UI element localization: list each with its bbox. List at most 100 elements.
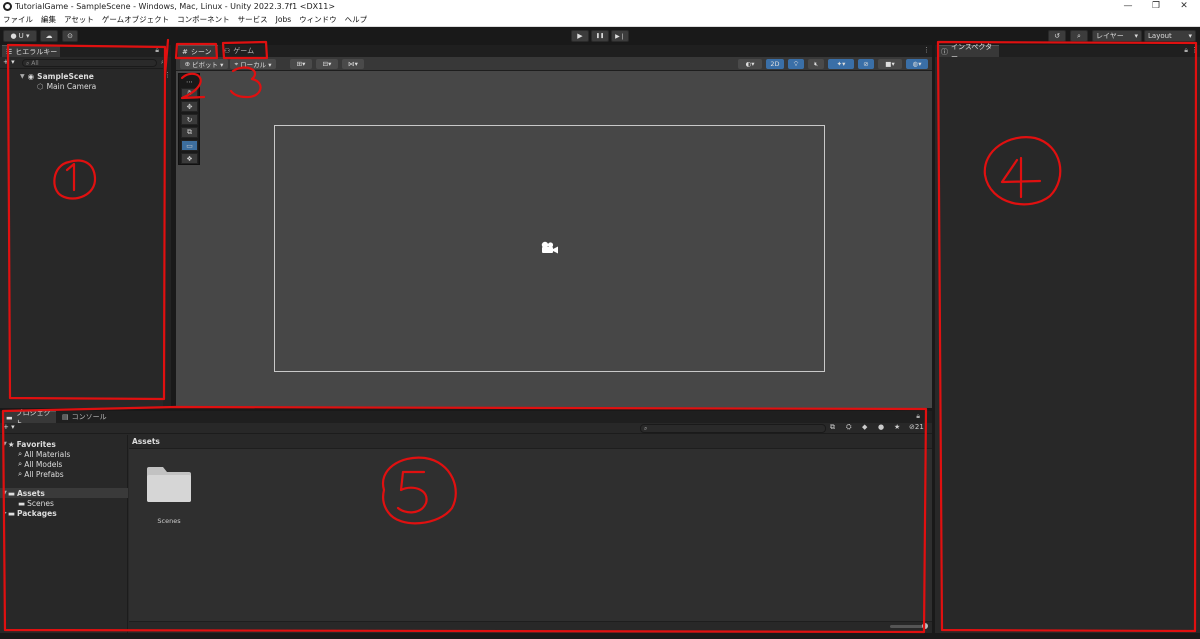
create-asset-button[interactable]: + ▾: [3, 423, 15, 431]
kebab-menu-icon[interactable]: ⋮: [164, 71, 171, 79]
toggle-2d-button[interactable]: 2D: [766, 59, 784, 69]
cloud-button[interactable]: ☁: [40, 30, 58, 42]
transform-tool-button[interactable]: ❖: [181, 153, 198, 164]
hidden-objects-toggle[interactable]: ⊘: [858, 59, 874, 69]
tab-console[interactable]: ▤ コンソール: [58, 411, 108, 423]
move-tool-button[interactable]: ✥: [181, 101, 198, 112]
effects-dropdown[interactable]: ✦▾: [828, 59, 854, 69]
scene-toolbar: ⊕ ピボット ▾ ⌖ ローカル ▾ ⊞▾ ⊟▾ ⋈▾ ◐▾ 2D 💡︎ 🔇︎ ✦…: [176, 57, 932, 71]
expand-arrow-icon[interactable]: ▼: [3, 441, 7, 447]
tab-game[interactable]: ⚇ ゲーム: [220, 45, 264, 57]
menu-window[interactable]: ウィンドウ: [299, 14, 337, 25]
layers-dropdown[interactable]: レイヤー ▾: [1092, 30, 1142, 42]
scale-tool-button[interactable]: ⧉: [181, 127, 198, 138]
tree-row-favorites[interactable]: ▼ ★ Favorites: [3, 439, 56, 449]
search-by-type-icon[interactable]: ⧉: [830, 423, 835, 432]
menu-gameobject[interactable]: ゲームオブジェクト: [102, 14, 169, 25]
lock-icon[interactable]: 🔒︎: [155, 46, 159, 55]
tree-row-packages[interactable]: ▶ ▬ Packages: [3, 508, 57, 518]
filter-icon[interactable]: ⛭: [846, 423, 852, 432]
local-dropdown[interactable]: ⌖ ローカル ▾: [230, 59, 276, 69]
history-button[interactable]: ↺: [1048, 30, 1066, 42]
draw-mode-dropdown[interactable]: ◐▾: [738, 59, 762, 69]
close-button[interactable]: ✕: [1170, 0, 1198, 13]
menu-services[interactable]: サービス: [238, 14, 268, 25]
rotate-tool-button[interactable]: ↻: [181, 114, 198, 125]
tab-hierarchy[interactable]: ☰ ヒエラルキー: [2, 45, 60, 57]
project-status-bar: [129, 621, 932, 633]
tree-row-scenes[interactable]: ▬ Scenes: [18, 498, 54, 508]
grid-snap-button[interactable]: ⊞▾: [290, 59, 312, 69]
tree-row-main-camera[interactable]: ⬡ Main Camera: [37, 81, 96, 91]
menu-help[interactable]: ヘルプ: [345, 14, 368, 25]
tree-row-assets[interactable]: ▼ ▬ Assets: [0, 488, 128, 498]
account-icon: ●: [10, 32, 17, 40]
search-button[interactable]: ⌕: [1070, 30, 1088, 42]
expand-arrow-icon[interactable]: ▶: [3, 510, 7, 516]
lock-icon[interactable]: 🔒︎: [1184, 46, 1188, 55]
hierarchy-search-input[interactable]: ⌕ All: [22, 59, 157, 67]
toolbar-grip[interactable]: ⋯: [181, 76, 198, 87]
project-search-input[interactable]: ⌕: [640, 424, 826, 433]
pivot-dropdown[interactable]: ⊕ ピボット ▾: [180, 59, 228, 69]
rect-tool-button[interactable]: ▭: [181, 140, 198, 151]
lock-icon[interactable]: 🔒︎: [916, 412, 920, 421]
menu-component[interactable]: コンポーネント: [177, 14, 230, 25]
audio-toggle-button[interactable]: 🔇︎: [808, 59, 824, 69]
tree-row-all-prefabs[interactable]: ⌕ All Prefabs: [18, 469, 64, 479]
camera-gizmo-icon[interactable]: [539, 241, 559, 255]
kebab-menu-icon[interactable]: ⋮: [923, 412, 930, 420]
folder-icon[interactable]: [146, 465, 192, 503]
expand-arrow-icon[interactable]: ▼: [20, 73, 25, 80]
label-icon[interactable]: ◆: [862, 423, 867, 431]
status-bar: [0, 633, 1200, 639]
scale-icon: ⧉: [187, 128, 192, 136]
pause-button[interactable]: ❚❚: [591, 30, 609, 42]
tree-row-all-materials[interactable]: ⌕ All Materials: [18, 449, 70, 459]
tab-scene-label: シーン: [190, 47, 212, 56]
account-label: U ▾: [18, 32, 30, 40]
menu-assets[interactable]: アセット: [64, 14, 94, 25]
asset-label[interactable]: Scenes: [146, 517, 192, 525]
eye-slash-icon: ⊘: [863, 60, 869, 68]
rotate-icon: ↻: [186, 115, 193, 124]
camera-settings-dropdown[interactable]: ■▾: [878, 59, 902, 69]
increment-snap-button[interactable]: ⋈▾: [342, 59, 364, 69]
lighting-toggle-button[interactable]: 💡︎: [788, 59, 804, 69]
hand-tool-button[interactable]: ✋︎: [181, 88, 198, 99]
hidden-packages-toggle[interactable]: ⊘21: [909, 423, 924, 431]
kebab-menu-icon[interactable]: ⋮: [162, 46, 169, 54]
menu-jobs[interactable]: Jobs: [276, 15, 291, 24]
camera-icon: ■▾: [885, 60, 895, 68]
project-tabstrip: ▬ プロジェクト ▤ コンソール 🔒︎ ⋮: [0, 409, 932, 427]
folder-icon: ▬: [18, 498, 26, 508]
gizmos-dropdown[interactable]: ◍▾: [906, 59, 928, 69]
tab-inspector[interactable]: ⓘ インスペクター: [937, 43, 999, 61]
collab-button[interactable]: ⊙: [62, 30, 78, 42]
maximize-button[interactable]: ❐: [1142, 0, 1170, 13]
menu-file[interactable]: ファイル: [3, 14, 33, 25]
kebab-menu-icon[interactable]: ⋮: [1191, 46, 1198, 54]
kebab-menu-icon[interactable]: ⋮: [923, 46, 930, 54]
tree-row-scene[interactable]: ▼ ◉ SampleScene: [20, 71, 94, 81]
zoom-slider-handle[interactable]: [922, 623, 928, 629]
warning-icon[interactable]: ●: [878, 423, 884, 431]
menu-edit[interactable]: 編集: [41, 14, 56, 25]
account-button[interactable]: ● U ▾: [3, 30, 37, 42]
tree-row-all-models[interactable]: ⌕ All Models: [18, 459, 62, 469]
expand-arrow-icon[interactable]: ▼: [3, 490, 7, 496]
tab-scene[interactable]: # シーン: [178, 45, 218, 57]
minimize-button[interactable]: —: [1114, 0, 1142, 13]
search-icon: ⌕: [18, 449, 23, 458]
add-object-button[interactable]: + ▾: [3, 58, 15, 66]
grid-toggle-button[interactable]: ⊟▾: [316, 59, 338, 69]
play-button[interactable]: ▶: [571, 30, 589, 42]
tab-project[interactable]: ▬ プロジェクト: [2, 409, 56, 427]
inspector-panel: ⓘ インスペクター 🔒︎ ⋮: [935, 43, 1200, 633]
step-button[interactable]: ▶❘: [611, 30, 629, 42]
breadcrumb[interactable]: Assets: [129, 435, 932, 449]
collab-icon: ⊙: [67, 32, 73, 40]
zoom-slider[interactable]: [890, 625, 926, 628]
layout-dropdown[interactable]: Layout ▾: [1144, 30, 1196, 42]
star-icon[interactable]: ★: [894, 423, 900, 431]
